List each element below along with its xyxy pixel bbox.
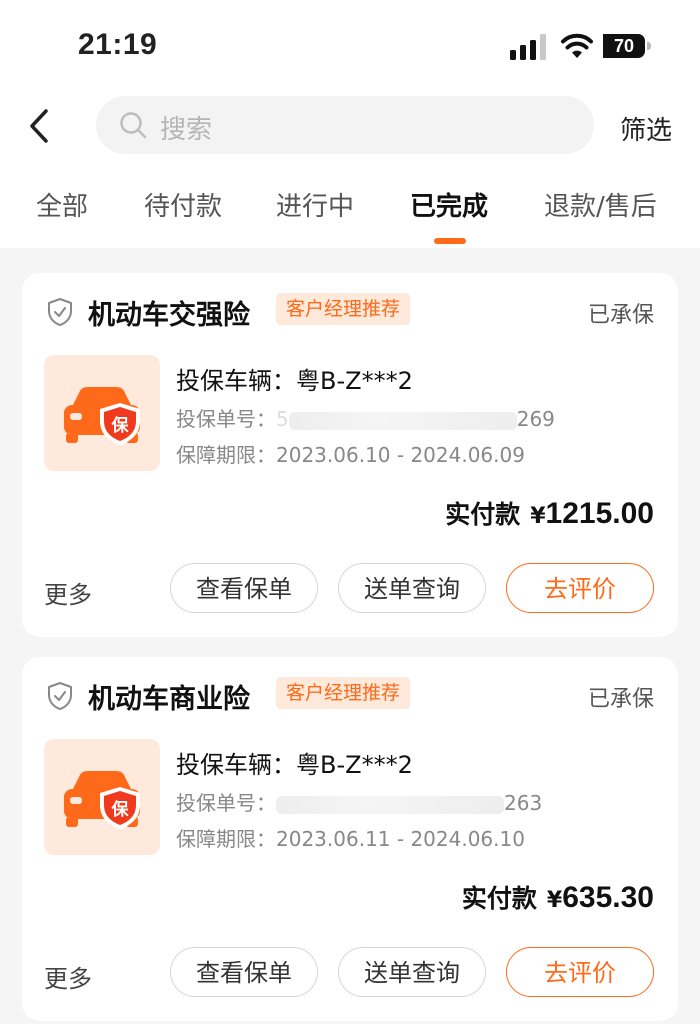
status-time: 21:19: [78, 28, 158, 61]
coverage-period: 保障期限：2023.06.10 - 2024.06.09: [176, 443, 525, 467]
vehicle-info: 投保车辆：粤B-Z***2: [176, 367, 413, 395]
active-tab-indicator: [434, 238, 466, 244]
tab-pending-payment[interactable]: 待付款: [144, 186, 222, 223]
recommend-badge: 客户经理推荐: [276, 293, 411, 325]
more-button[interactable]: 更多: [44, 575, 92, 610]
paid-amount: 实付款 ¥1215.00: [445, 497, 654, 530]
order-status: 已承保: [587, 687, 654, 712]
review-button[interactable]: 去评价: [506, 563, 654, 613]
wifi-icon: [561, 33, 593, 58]
review-button[interactable]: 去评价: [506, 947, 654, 997]
more-button[interactable]: 更多: [44, 959, 92, 994]
search-input[interactable]: 搜索: [96, 96, 594, 154]
search-placeholder: 搜索: [160, 115, 213, 145]
car-insurance-icon: 保: [44, 355, 160, 471]
vehicle-plate: 粤B-Z***2: [296, 367, 413, 395]
tab-in-progress[interactable]: 进行中: [276, 186, 354, 223]
view-policy-button[interactable]: 查看保单: [170, 563, 318, 613]
insurance-title: 机动车交强险: [88, 300, 250, 331]
shield-check-icon: [48, 298, 72, 326]
policy-number: 投保单号： 263: [176, 791, 543, 815]
policy-number: 投保单号：5 269: [176, 407, 555, 431]
status-bar: 21:19 70: [0, 0, 700, 92]
tab-completed[interactable]: 已完成: [410, 186, 488, 223]
tab-all[interactable]: 全部: [36, 186, 88, 223]
order-card[interactable]: 机动车交强险 客户经理推荐 已承保 保 投保车辆：粤B-Z***2 投保单号：5…: [22, 273, 678, 637]
redacted-area: [288, 411, 517, 430]
insurance-badge-text: 保: [111, 415, 130, 436]
battery-icon: 70: [603, 34, 653, 58]
car-insurance-icon: 保: [44, 739, 160, 855]
insurance-title: 机动车商业险: [88, 684, 250, 715]
view-policy-button[interactable]: 查看保单: [170, 947, 318, 997]
delivery-query-button[interactable]: 送单查询: [338, 563, 486, 613]
battery-percent: 70: [613, 36, 635, 56]
recommend-badge: 客户经理推荐: [276, 677, 411, 709]
top-area: 21:19 70 搜索 筛选 全部 待付款 进行中 已完成 退款/售后: [0, 0, 700, 248]
coverage-period: 保障期限：2023.06.11 - 2024.06.10: [176, 827, 525, 851]
vehicle-plate: 粤B-Z***2: [296, 751, 413, 779]
paid-amount: 实付款 ¥635.30: [461, 881, 654, 914]
insurance-badge-text: 保: [111, 799, 130, 820]
order-card[interactable]: 机动车商业险 客户经理推荐 已承保 保 投保车辆：粤B-Z***2 投保单号： 2…: [22, 657, 678, 1021]
back-icon[interactable]: [24, 108, 56, 144]
filter-button[interactable]: 筛选: [620, 110, 672, 147]
search-icon: [120, 112, 147, 139]
vehicle-info: 投保车辆：粤B-Z***2: [176, 751, 413, 779]
redacted-area: [276, 795, 504, 814]
order-status: 已承保: [587, 303, 654, 328]
cellular-signal-icon: [510, 34, 546, 60]
shield-check-icon: [48, 682, 72, 710]
order-tabs: 全部 待付款 进行中 已完成 退款/售后: [0, 186, 700, 236]
tab-refund-aftersale[interactable]: 退款/售后: [544, 186, 657, 223]
delivery-query-button[interactable]: 送单查询: [338, 947, 486, 997]
